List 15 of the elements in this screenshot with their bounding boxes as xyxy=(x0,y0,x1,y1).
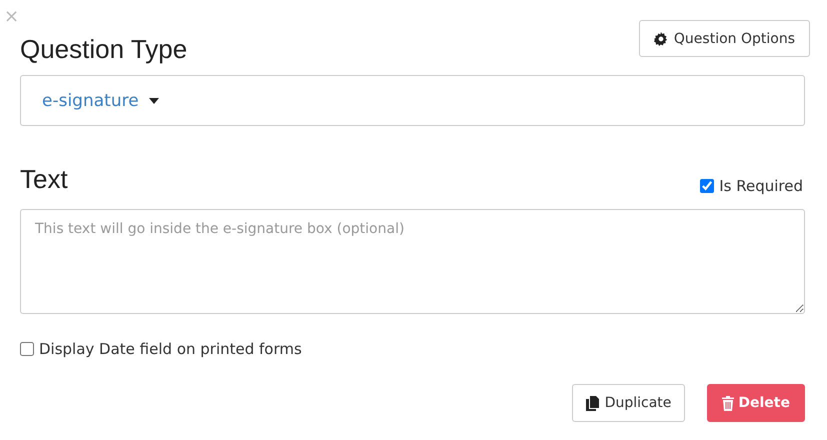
checkbox-label: Display Date field on printed forms xyxy=(39,340,302,358)
question-type-dropdown[interactable]: e-signature xyxy=(20,75,805,126)
display-date-checkbox[interactable] xyxy=(20,342,34,356)
duplicate-button[interactable]: Duplicate xyxy=(572,384,686,422)
required-checkbox[interactable] xyxy=(700,179,714,194)
gear-icon xyxy=(654,32,668,46)
section-heading: Text xyxy=(20,164,68,196)
question-options-button[interactable]: Question Options xyxy=(638,20,810,57)
caret-icon xyxy=(148,98,159,104)
trash-icon xyxy=(722,396,734,411)
section-heading: Question Type xyxy=(20,34,188,66)
checkbox-label: Is Required xyxy=(719,177,803,196)
text-field[interactable]: This text will go inside the e-signature box (optional) xyxy=(20,209,805,314)
delete-button[interactable]: Delete xyxy=(707,384,805,422)
copy-icon xyxy=(586,396,599,411)
